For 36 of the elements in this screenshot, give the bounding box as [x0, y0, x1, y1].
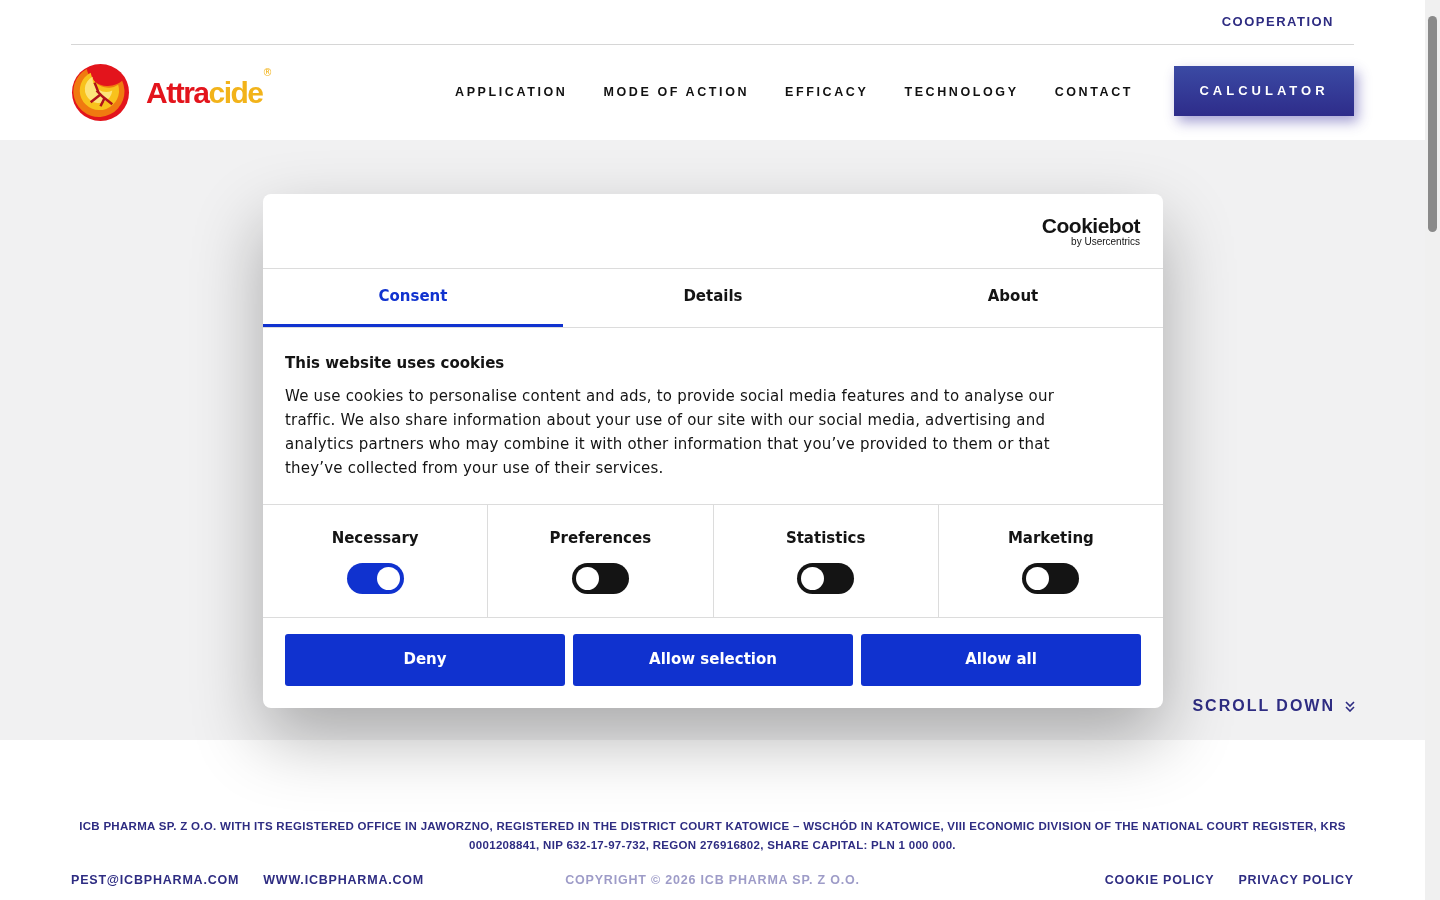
consent-button[interactable]: Allow selection	[573, 633, 853, 686]
category-label: Necessary	[331, 527, 419, 549]
scroll-down-link[interactable]: SCROLL DOWN	[1192, 694, 1355, 718]
legal-notice: ICB PHARMA SP. Z O.O. WITH ITS REGISTERED OFFICE IN JAWORZNO, REGISTERED IN THE DISTRICT COURT KATOWICE – WSCHÓD IN KATOWICE, VIII ECONOMIC DIVISION OF THE NATIONAL COURT REGISTER, KRS 0001208841, NIP 632-17-97-732, REGON 276916802, SHARE CAPITAL: PLN 1 000 000.	[78, 819, 1347, 853]
registered-mark: ®	[262, 66, 273, 80]
scrollbar-thumb[interactable]	[1428, 16, 1437, 232]
category-label: Marketing	[1007, 527, 1094, 549]
copyright-text: COPYRIGHT © 2026 ICB PHARMA SP. Z O.O.	[565, 872, 860, 889]
consent-button[interactable]: Deny	[285, 633, 565, 686]
brand-subtitle: by Usercentrics	[1071, 236, 1140, 247]
nav-link[interactable]: MODE OF ACTION	[603, 83, 750, 102]
email-link[interactable]: PEST@ICBPHARMA.COM	[71, 871, 240, 890]
calculator-button[interactable]: CALCULATOR	[1174, 65, 1354, 116]
nav-link[interactable]: APPLICATION	[455, 83, 568, 102]
policy-link[interactable]: PRIVACY POLICY	[1238, 871, 1354, 890]
consent-button[interactable]: Allow all	[861, 633, 1141, 686]
nav-link[interactable]: TECHNOLOGY	[904, 83, 1019, 102]
logo-wordmark: Attracide	[146, 77, 263, 108]
nav-link[interactable]: EFFICACY	[785, 83, 869, 102]
toggle-switch[interactable]	[797, 563, 855, 594]
category-label: Statistics	[785, 527, 866, 549]
toggle-switch[interactable]	[346, 563, 404, 594]
double-chevron-down-icon	[1345, 700, 1355, 712]
nav-link[interactable]: CONTACT	[1054, 83, 1133, 102]
dialog-description: We use cookies to personalise content and ads, to provide social media features and to analyse our traffic. We also share information about your use of our site with our social media, advertising and analytics partners who may combine it with other information that you’ve provided to them or that they’ve collected from your use of their services.	[285, 385, 1056, 479]
policy-link[interactable]: COOKIE POLICY	[1104, 871, 1215, 890]
scrollbar[interactable]	[1425, 0, 1440, 900]
toggle-switch[interactable]	[1022, 563, 1080, 594]
logo-emblem-icon	[71, 63, 130, 122]
brand-logo-text: Cookiebot	[1041, 215, 1140, 236]
dialog-tab[interactable]: Consent	[263, 269, 563, 327]
category-label: Preferences	[549, 527, 652, 549]
cooperation-link[interactable]: COOPERATION	[1221, 12, 1334, 32]
website-link[interactable]: WWW.ICBPHARMA.COM	[263, 871, 425, 890]
toggle-switch[interactable]	[571, 563, 629, 594]
dialog-heading: This website uses cookies	[285, 353, 506, 374]
